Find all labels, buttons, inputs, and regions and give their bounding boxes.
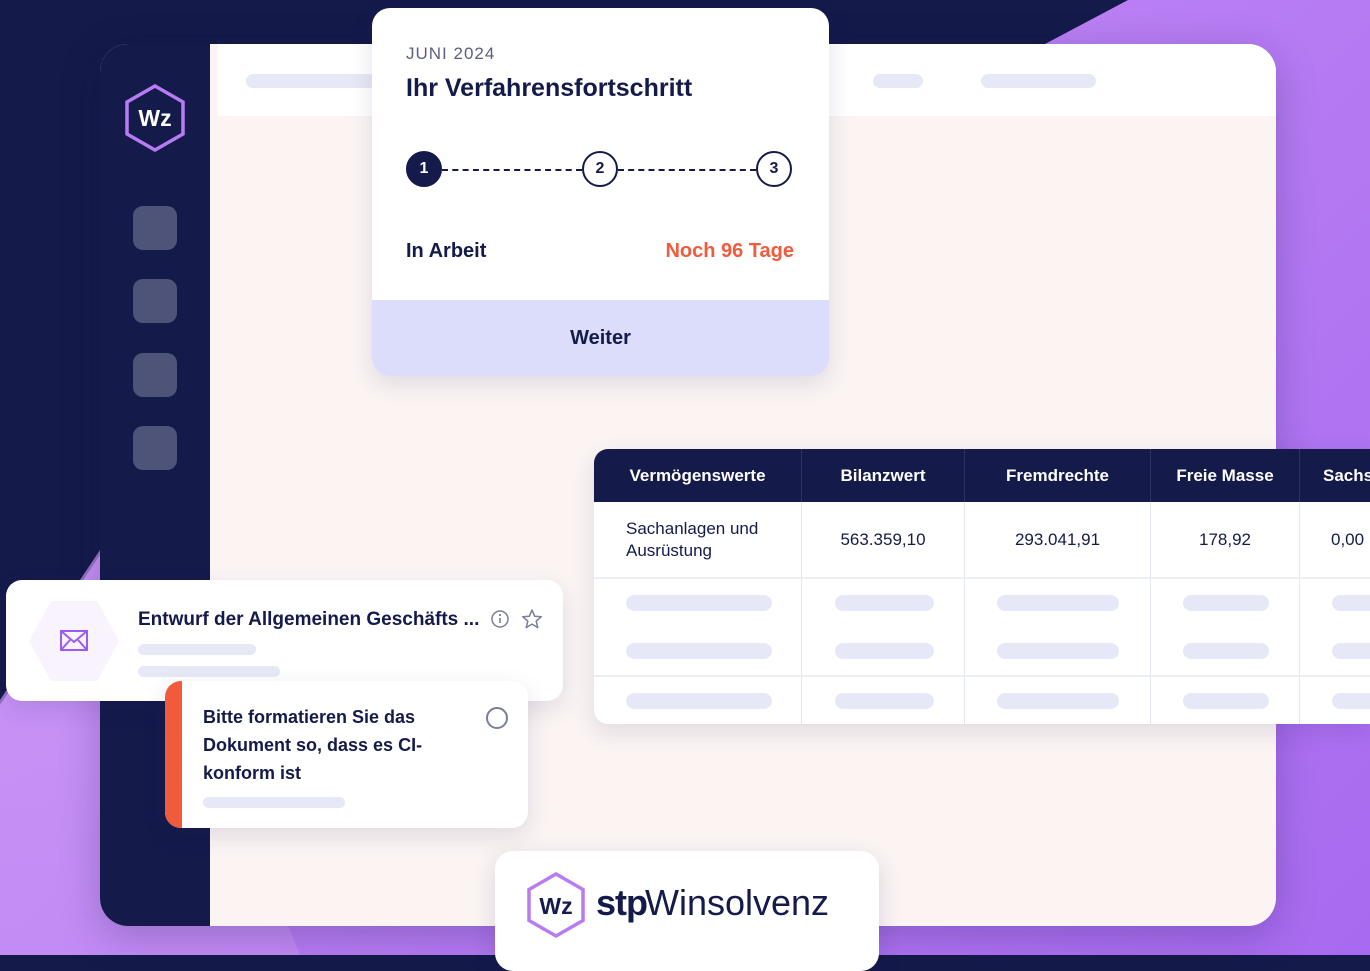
column-header-fremdrechte[interactable]: Fremdrechte bbox=[965, 449, 1150, 502]
step-2[interactable]: 2 bbox=[582, 151, 618, 187]
placeholder-cell bbox=[1332, 643, 1370, 659]
task-meta-placeholder bbox=[203, 797, 345, 808]
placeholder-cell bbox=[1332, 595, 1370, 611]
header-divider-3 bbox=[1150, 449, 1151, 502]
brand-card: Wz stp Winsolvenz bbox=[495, 851, 879, 971]
column-header-vermoegenswerte[interactable]: Vermögenswerte bbox=[594, 449, 801, 502]
progress-title: Ihr Verfahrensfortschritt bbox=[406, 74, 693, 102]
asset-line-1: Sachanlagen und bbox=[626, 519, 759, 538]
asset-line-2: Ausrüstung bbox=[626, 541, 712, 560]
task-card[interactable]: Bitte formatieren Sie das Dokument so, d… bbox=[165, 681, 528, 828]
topbar-placeholder-2 bbox=[873, 74, 923, 88]
row-divider-2 bbox=[594, 675, 1370, 677]
document-title: Entwurf der Allgemeinen Geschäfts ... bbox=[138, 609, 480, 630]
table-row-1-bilanzwert: 563.359,10 bbox=[840, 530, 926, 549]
continue-button[interactable]: Weiter bbox=[372, 300, 829, 376]
placeholder-cell bbox=[997, 643, 1119, 659]
step-connector-1 bbox=[442, 169, 582, 171]
placeholder-cell bbox=[1183, 595, 1269, 611]
placeholder-cell bbox=[835, 643, 934, 659]
table-row-1-freie-masse: 178,92 bbox=[1199, 530, 1251, 549]
placeholder-cell bbox=[1332, 693, 1370, 709]
column-header-sachs[interactable]: Sachs bbox=[1300, 449, 1370, 502]
header-divider-2 bbox=[964, 449, 965, 502]
placeholder-cell bbox=[997, 595, 1119, 611]
sidebar-item-2[interactable] bbox=[133, 279, 177, 323]
placeholder-cell bbox=[835, 595, 934, 611]
sidebar-item-1[interactable] bbox=[133, 206, 177, 250]
app-logo-text: Wz bbox=[138, 105, 171, 131]
brand-logo-text: Wz bbox=[539, 893, 572, 919]
placeholder-cell bbox=[1183, 643, 1269, 659]
placeholder-cell bbox=[626, 693, 772, 709]
envelope-icon bbox=[29, 601, 119, 681]
table-row-1-asset: Sachanlagen und Ausrüstung bbox=[626, 517, 796, 563]
task-priority-bar bbox=[165, 681, 182, 828]
app-logo-icon[interactable]: Wz bbox=[124, 84, 186, 152]
task-text: Bitte formatieren Sie das Dokument so, d… bbox=[203, 707, 423, 783]
document-meta-placeholder-2 bbox=[138, 666, 280, 677]
step-3[interactable]: 3 bbox=[756, 151, 792, 187]
topbar-placeholder-1 bbox=[246, 74, 376, 88]
brand-prefix: stp bbox=[596, 882, 648, 923]
progress-status: In Arbeit bbox=[406, 240, 487, 262]
sidebar-item-3[interactable] bbox=[133, 353, 177, 397]
sidebar-item-4[interactable] bbox=[133, 426, 177, 470]
progress-card: JUNI 2024 Ihr Verfahrensfortschritt 1 2 … bbox=[372, 8, 829, 376]
step-1[interactable]: 1 bbox=[406, 151, 442, 187]
column-divider-4 bbox=[1299, 502, 1300, 724]
placeholder-cell bbox=[835, 693, 934, 709]
brand-logo-icon: Wz bbox=[527, 871, 585, 939]
placeholder-cell bbox=[997, 693, 1119, 709]
placeholder-cell bbox=[1183, 693, 1269, 709]
task-complete-checkbox[interactable] bbox=[486, 707, 508, 729]
table-row-1-fremdrechte: 293.041,91 bbox=[1014, 530, 1101, 549]
column-header-bilanzwert[interactable]: Bilanzwert bbox=[802, 449, 964, 502]
brand-name: Winsolvenz bbox=[645, 882, 830, 923]
placeholder-cell bbox=[626, 595, 772, 611]
topbar-placeholder-3 bbox=[981, 74, 1096, 88]
assets-table: Vermögenswerte Bilanzwert Fremdrechte Fr… bbox=[594, 449, 1370, 724]
info-icon[interactable] bbox=[491, 610, 509, 628]
header-divider-4 bbox=[1299, 449, 1300, 502]
progress-month: JUNI 2024 bbox=[406, 44, 496, 63]
placeholder-cell bbox=[626, 643, 772, 659]
document-meta-placeholder-1 bbox=[138, 644, 256, 655]
row-divider-1 bbox=[594, 577, 1370, 579]
table-row-1-sachs: 0,00 bbox=[1331, 530, 1365, 549]
star-icon[interactable] bbox=[521, 608, 543, 630]
header-divider-1 bbox=[801, 449, 802, 502]
column-header-freie-masse[interactable]: Freie Masse bbox=[1151, 449, 1299, 502]
progress-remaining: Noch 96 Tage bbox=[665, 240, 794, 262]
step-connector-2 bbox=[618, 169, 756, 171]
